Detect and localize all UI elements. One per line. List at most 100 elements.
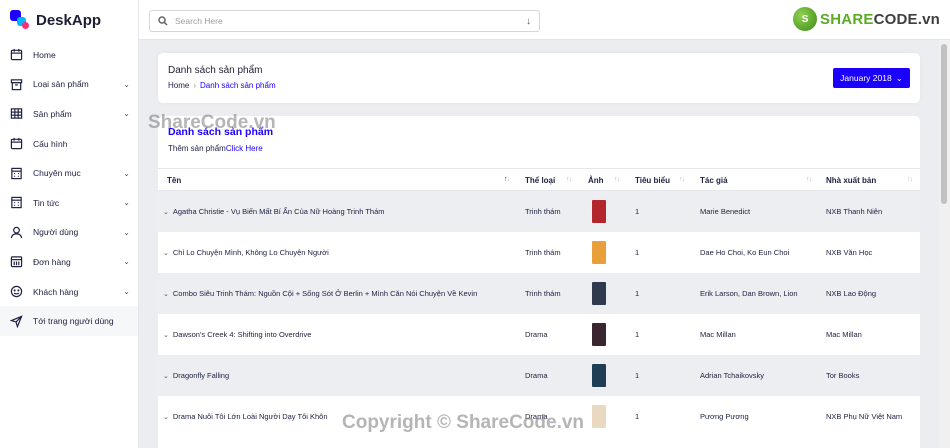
sidebar-item-user-site[interactable]: Tới trang người dùng [0, 306, 138, 336]
brand[interactable]: DeskApp [0, 0, 138, 40]
chevron-down-icon: ⌄ [123, 168, 130, 178]
sidebar-item-label: Người dùng [33, 227, 79, 238]
publisher-cell: Tor Books [826, 371, 860, 380]
cover-cell [592, 191, 606, 232]
featured-cell: 1 [635, 412, 640, 421]
author-cell: Erik Larson, Dan Brown, Lion [700, 289, 798, 298]
name-cell: ⌄ Combo Siêu Trinh Thám: Nguồn Cội + Sống… [163, 289, 478, 298]
column-header-featured[interactable]: Tiêu biểu [635, 169, 670, 192]
sidebar-item-label: Đơn hàng [33, 256, 71, 267]
name-cell: ⌄ Agatha Christie - Vụ Biến Mất Bí Ẩn Của… [163, 207, 385, 216]
search-icon [158, 16, 168, 26]
publisher-cell: NXB Thanh Niên [826, 207, 883, 216]
table-row[interactable]: ⌄ Drama Nuôi Tôi Lớn Loài Người Dạy Tôi K… [158, 396, 920, 437]
sidebar-item-news[interactable]: Tin tức ⌄ [0, 188, 138, 218]
column-header-image[interactable]: Ảnh [588, 169, 604, 192]
sort-icon[interactable]: ↑↓ [614, 176, 620, 183]
expand-row-icon[interactable]: ⌄ [163, 249, 169, 257]
sort-icon[interactable]: ↑↓ [806, 176, 812, 183]
sort-icon[interactable]: ↑↓ [566, 176, 572, 183]
author-cell: Adrian Tchaikovsky [700, 371, 765, 380]
add-product-link[interactable]: Click Here [226, 144, 263, 153]
column-header-category[interactable]: Thể loại [525, 169, 555, 192]
author-cell: Pương Pương [700, 412, 749, 421]
breadcrumb-home[interactable]: Home [168, 81, 189, 90]
publisher-cell: NXB Văn Học [826, 248, 873, 257]
calendar-icon [9, 48, 23, 62]
featured-cell: 1 [635, 248, 640, 257]
chevron-down-icon: ⌄ [895, 72, 903, 83]
book-cover-image [592, 323, 606, 346]
sidebar-item-users[interactable]: Người dùng ⌄ [0, 218, 138, 248]
chevron-down-icon: ⌄ [123, 227, 130, 237]
cover-cell [592, 396, 606, 437]
scrollbar-thumb[interactable] [941, 44, 947, 204]
cover-cell [592, 273, 606, 314]
category-cell: Drama [525, 412, 548, 421]
column-header-author[interactable]: Tác giả [700, 169, 728, 192]
expand-row-icon[interactable]: ⌄ [163, 290, 169, 298]
book-cover-image [592, 200, 606, 223]
sidebar-item-label: Sản phẩm [33, 108, 72, 119]
sharecode-logo-text: SHARECODE.vn [820, 10, 940, 28]
sidebar-item-categories[interactable]: Chuyên mục ⌄ [0, 158, 138, 188]
calculator-icon [9, 196, 23, 210]
scrollbar[interactable] [939, 40, 950, 448]
topbar: ↓ S SHARECODE.vn [139, 0, 950, 40]
chevron-down-icon: ⌄ [123, 79, 130, 89]
cover-cell [592, 232, 606, 273]
sidebar-item-product-types[interactable]: Loại sản phẩm ⌄ [0, 70, 138, 100]
publisher-cell: NXB Lao Động [826, 289, 877, 298]
column-header-name[interactable]: Tên [167, 169, 181, 192]
expand-row-icon[interactable]: ⌄ [163, 372, 169, 380]
book-cover-image [592, 282, 606, 305]
expand-row-icon[interactable]: ⌄ [163, 331, 169, 339]
sidebar-item-label: Loại sản phẩm [33, 79, 89, 90]
sidebar-item-label: Khách hàng [33, 286, 79, 297]
sidebar-item-label: Tới trang người dùng [33, 316, 114, 327]
category-cell: Drama [525, 330, 548, 339]
brand-logo-icon [10, 10, 30, 30]
table-row[interactable]: ⌄ Dawson's Creek 4: Shifting into Overdri… [158, 314, 920, 355]
bank-icon [9, 255, 23, 269]
archive-icon [9, 77, 23, 91]
book-cover-image [592, 405, 606, 428]
category-cell: Trinh thám [525, 207, 561, 216]
sort-icon[interactable]: ↑↓ [679, 176, 685, 183]
user-icon [9, 225, 23, 239]
search-input[interactable] [175, 16, 526, 26]
table-row[interactable]: ⌄ Dragonfly Falling Drama 1 Adrian Tchaikovs… [158, 355, 920, 396]
author-cell: Marie Benedict [700, 207, 751, 216]
breadcrumb: Home › Danh sách sản phẩm [168, 81, 276, 90]
calculator-icon [9, 166, 23, 180]
chevron-down-icon: ⌄ [123, 198, 130, 208]
sidebar-item-label: Cấu hình [33, 138, 68, 149]
sidebar-item-products[interactable]: Sản phẩm ⌄ [0, 99, 138, 129]
sidebar-item-customers[interactable]: Khách hàng ⌄ [0, 277, 138, 307]
column-header-publisher[interactable]: Nhà xuất bản [826, 169, 876, 192]
sharecode-logo: S SHARECODE.vn [793, 7, 940, 31]
book-cover-image [592, 241, 606, 264]
sort-asc-icon[interactable]: ↑↓ [504, 176, 510, 183]
main-content: Danh sách sản phẩm Home › Danh sách sản ph… [139, 40, 939, 448]
table-row[interactable]: ⌄ Chỉ Lo Chuyện Mình, Không Lo Chuyện Ngư… [158, 232, 920, 273]
sort-icon[interactable]: ↑↓ [907, 176, 913, 183]
featured-cell: 1 [635, 330, 640, 339]
author-cell: Dae Ho Choi, Ko Eun Choi [700, 248, 790, 257]
expand-row-icon[interactable]: ⌄ [163, 208, 169, 216]
expand-row-icon[interactable]: ⌄ [163, 413, 169, 421]
add-product-text: Thêm sản phẩm [168, 144, 226, 153]
page-title: Danh sách sản phẩm [168, 65, 263, 76]
sidebar-item-config[interactable]: Cấu hình [0, 129, 138, 159]
download-icon[interactable]: ↓ [526, 16, 531, 27]
sidebar-item-orders[interactable]: Đơn hàng ⌄ [0, 247, 138, 277]
month-dropdown-button[interactable]: January 2018 ⌄ [833, 68, 910, 88]
name-cell: ⌄ Drama Nuôi Tôi Lớn Loài Người Dạy Tôi K… [163, 412, 328, 421]
sidebar-item-home[interactable]: Home [0, 40, 138, 70]
page-header-card: Danh sách sản phẩm Home › Danh sách sản ph… [158, 53, 920, 103]
table-row[interactable]: ⌄ Agatha Christie - Vụ Biến Mất Bí Ẩn Của… [158, 191, 920, 232]
featured-cell: 1 [635, 207, 640, 216]
search-box[interactable]: ↓ [149, 10, 540, 32]
name-cell: ⌄ Dawson's Creek 4: Shifting into Overdri… [163, 330, 312, 339]
table-row[interactable]: ⌄ Combo Siêu Trinh Thám: Nguồn Cội + Sống… [158, 273, 920, 314]
